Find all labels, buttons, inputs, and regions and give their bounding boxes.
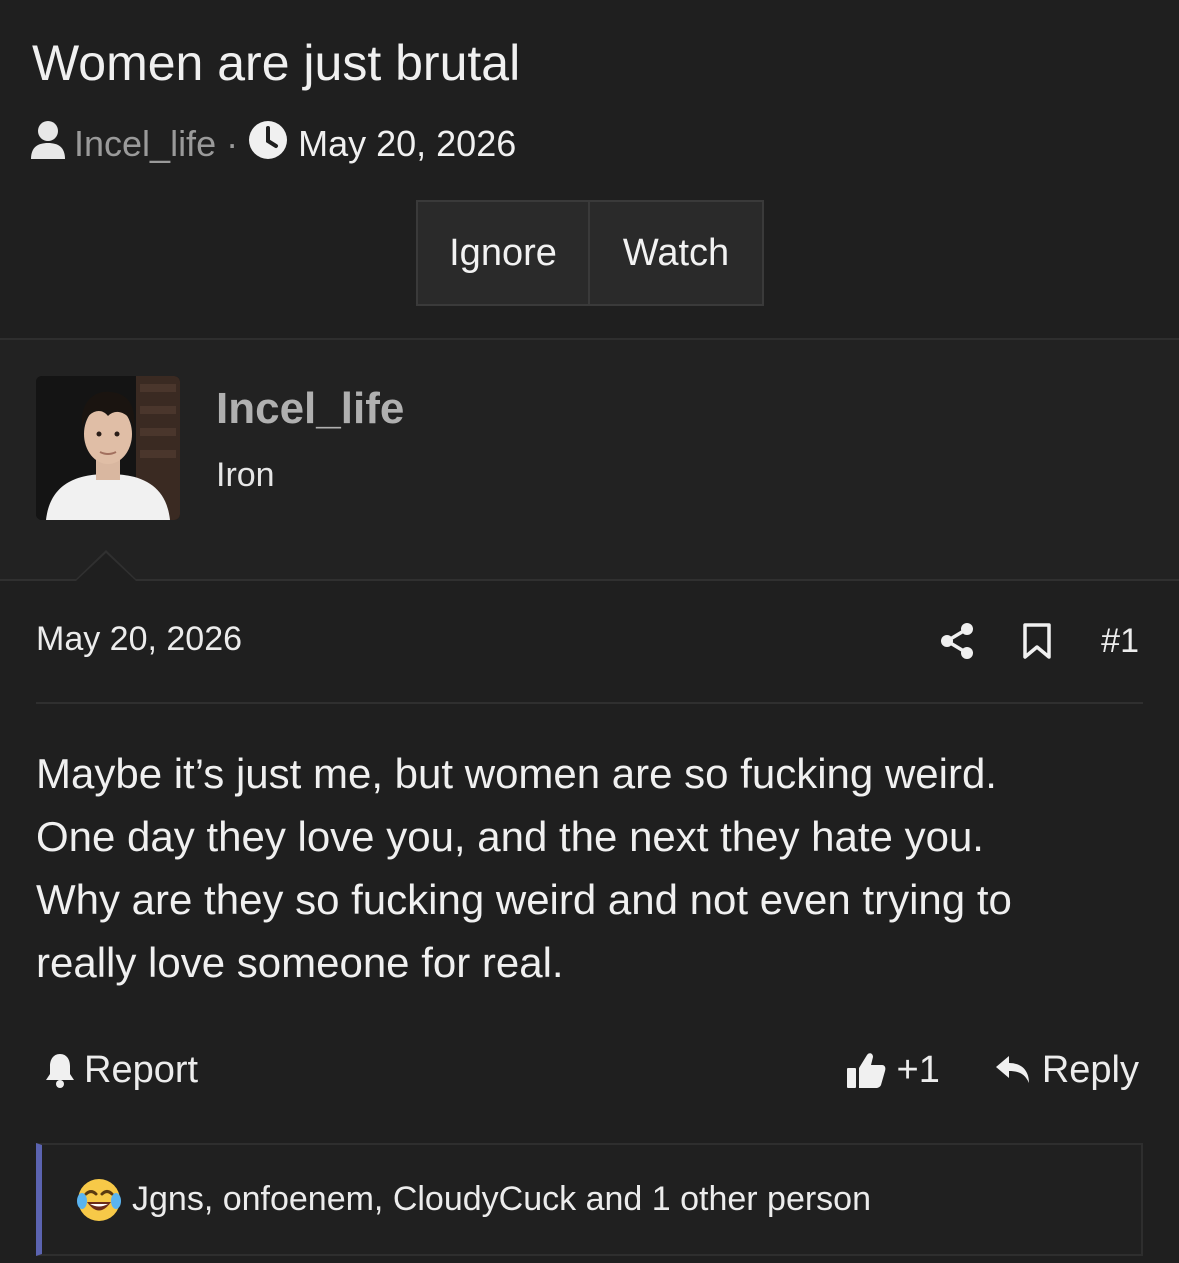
- post-tools: #1: [937, 618, 1139, 664]
- report-button[interactable]: Report: [44, 1049, 198, 1092]
- post-line: Why are they so fucking weird and not ev…: [36, 876, 1012, 923]
- bookmark-icon[interactable]: [1017, 621, 1057, 661]
- pointer-arrow-inner: [76, 553, 136, 581]
- thread-meta: Incel_life · May 20, 2026: [30, 120, 516, 168]
- thread-date[interactable]: May 20, 2026: [298, 123, 516, 165]
- ignore-button[interactable]: Ignore: [418, 202, 590, 304]
- post-actions: Report +1 Reply: [44, 1042, 1139, 1098]
- user-icon: [30, 120, 66, 169]
- thread-author-link[interactable]: Incel_life: [74, 123, 216, 165]
- reply-label: Reply: [1041, 1048, 1139, 1091]
- post-user-block: Incel_life Iron: [0, 340, 1179, 580]
- bell-icon: [44, 1050, 78, 1090]
- post-number-link[interactable]: #1: [1101, 622, 1139, 661]
- thread-title: Women are just brutal: [32, 35, 521, 91]
- post-divider: [36, 702, 1143, 704]
- post-username[interactable]: Incel_life: [216, 384, 404, 434]
- watch-button[interactable]: Watch: [590, 202, 762, 304]
- avatar[interactable]: [36, 376, 180, 520]
- reply-button[interactable]: Reply: [994, 1049, 1139, 1092]
- like-count: +1: [896, 1048, 940, 1091]
- laughing-crying-icon: [76, 1177, 122, 1223]
- clock-icon: [248, 120, 288, 169]
- share-icon[interactable]: [937, 621, 977, 661]
- post-line: really love someone for real.: [36, 939, 564, 986]
- thread-button-group: Ignore Watch: [416, 200, 764, 306]
- user-title: Iron: [216, 456, 275, 494]
- reactions-text: Jgns, onfoenem, CloudyCuck and 1 other p…: [132, 1180, 872, 1218]
- reactions-bar[interactable]: Jgns, onfoenem, CloudyCuck and 1 other p…: [36, 1143, 1143, 1256]
- report-label: Report: [84, 1048, 199, 1091]
- post-date[interactable]: May 20, 2026: [36, 620, 242, 659]
- meta-separator: ·: [226, 123, 239, 164]
- reply-arrow-icon: [994, 1050, 1034, 1090]
- like-button[interactable]: +1: [845, 1048, 940, 1092]
- post-line: One day they love you, and the next they…: [36, 813, 984, 860]
- post-line: Maybe it’s just me, but women are so fuc…: [36, 750, 997, 797]
- user-block-divider: [0, 579, 1179, 581]
- thread-header: Women are just brutal Incel_life · May 2…: [0, 0, 1179, 338]
- thumbs-up-icon: [845, 1048, 889, 1092]
- post-body: Maybe it’s just me, but women are so fuc…: [36, 742, 1146, 994]
